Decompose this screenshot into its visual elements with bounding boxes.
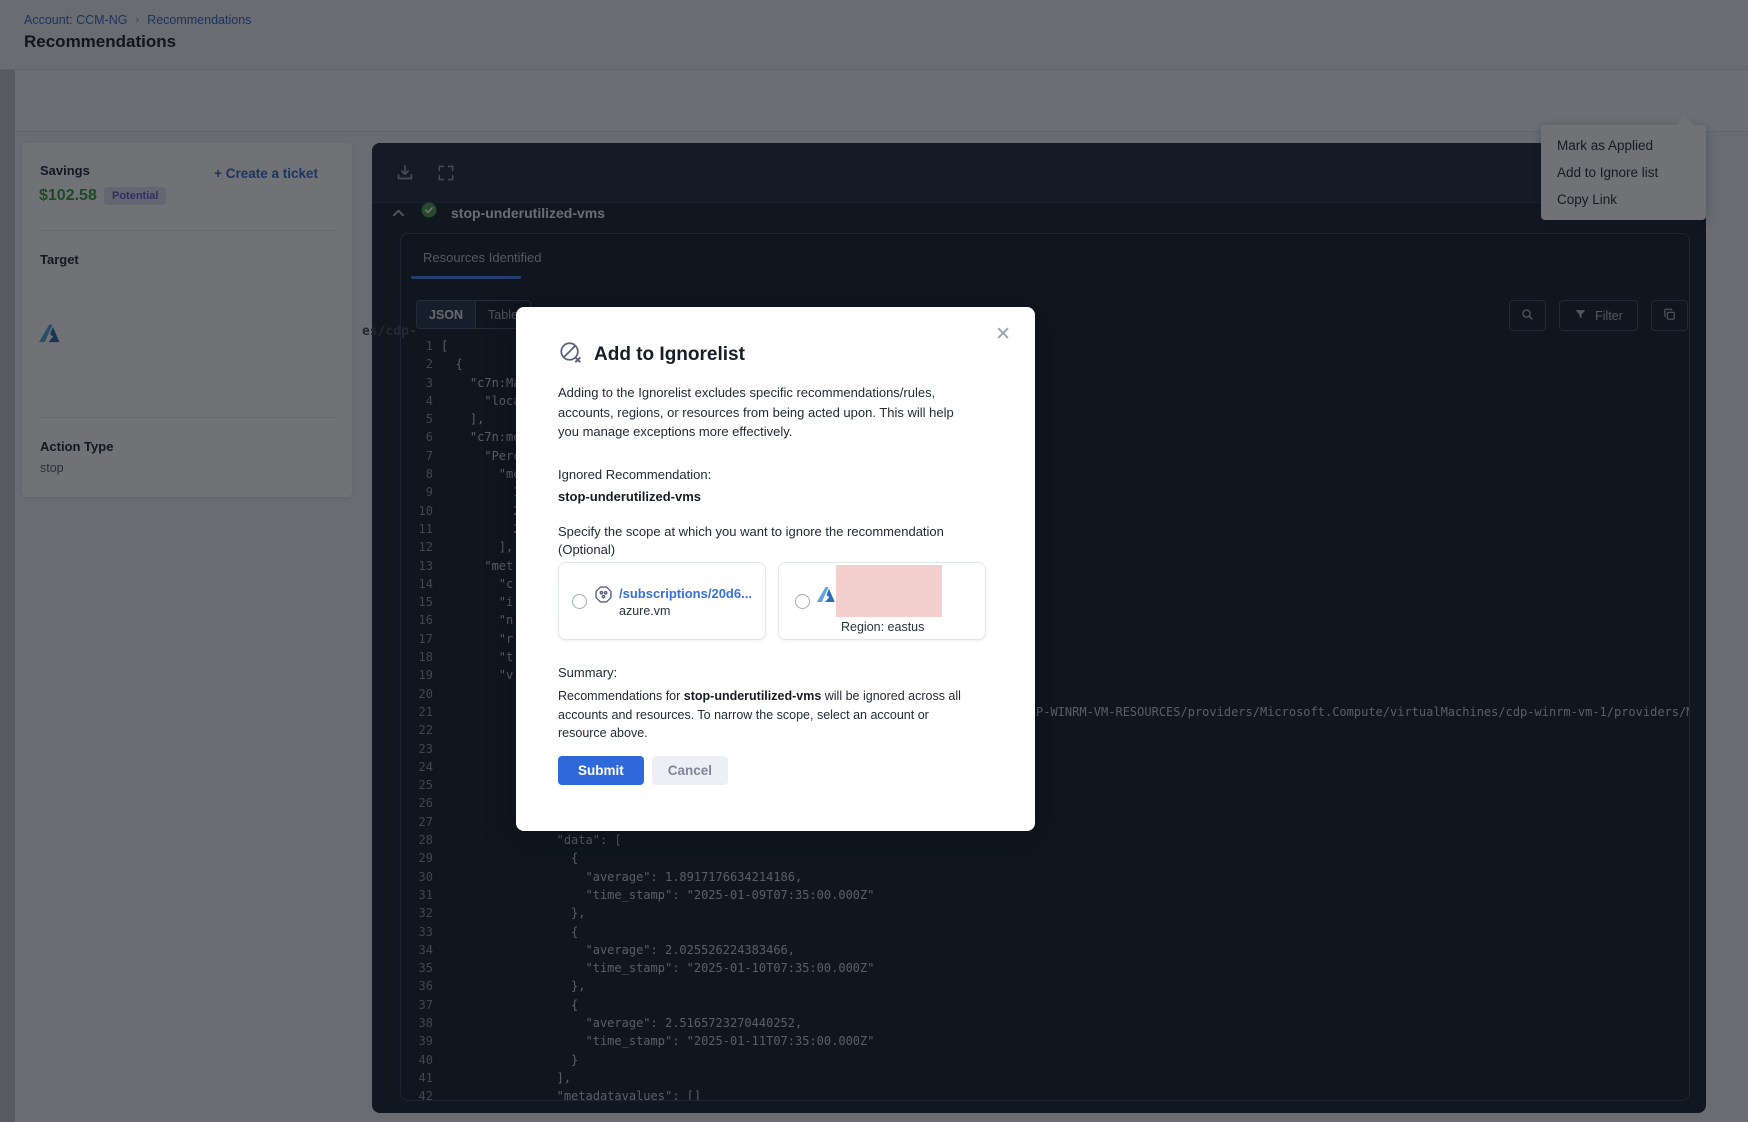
add-to-ignorelist-modal: ✕ Add to Ignorelist Adding to the Ignore…: [516, 307, 1035, 831]
scope-option-subscription[interactable]: /subscriptions/20d6... azure.vm: [558, 562, 766, 640]
ignored-recommendation-value: stop-underutilized-vms: [558, 489, 701, 504]
cancel-button[interactable]: Cancel: [652, 756, 728, 785]
subscription-resource-type: azure.vm: [619, 604, 670, 618]
ignored-recommendation-label: Ignored Recommendation:: [558, 467, 711, 482]
resource-radio[interactable]: [795, 594, 810, 609]
modal-description: Adding to the Ignorelist excludes specif…: [558, 383, 958, 442]
summary-label: Summary:: [558, 665, 617, 680]
scope-instruction: Specify the scope at which you want to i…: [558, 523, 958, 559]
subscription-radio[interactable]: [572, 594, 587, 609]
resource-region: Region: eastus: [841, 620, 924, 634]
submit-button[interactable]: Submit: [558, 756, 644, 785]
modal-title: Add to Ignorelist: [594, 344, 745, 366]
summary-text: Recommendations for stop-underutilized-v…: [558, 687, 978, 743]
scope-option-resource[interactable]: Region: eastus: [778, 562, 986, 640]
subscription-link[interactable]: /subscriptions/20d6...: [619, 586, 752, 601]
close-icon[interactable]: ✕: [995, 325, 1011, 344]
ignore-ban-icon: [558, 340, 583, 370]
redacted-resource-name: [836, 565, 942, 617]
subscription-icon: [593, 584, 614, 610]
resource-azure-icon: [816, 585, 836, 609]
